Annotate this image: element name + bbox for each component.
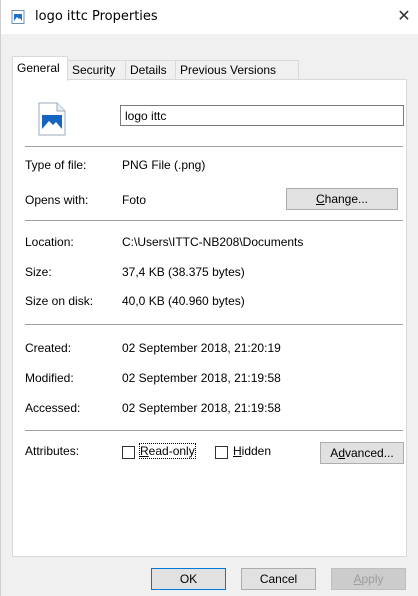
read-only-label-rest: ead-only <box>148 444 195 458</box>
divider <box>25 324 403 325</box>
general-panel <box>12 79 407 557</box>
tab-details[interactable]: Details <box>125 60 176 80</box>
hidden-checkbox[interactable] <box>215 446 228 459</box>
attributes-label: Attributes: <box>25 444 80 458</box>
created-label: Created: <box>25 341 72 355</box>
ok-label: OK <box>179 572 198 586</box>
close-icon: ✕ <box>397 6 411 25</box>
tab-label: General <box>17 61 60 75</box>
properties-dialog: logo ittc Properties ✕ Security Details … <box>0 0 418 596</box>
advanced-button[interactable]: Advanced... <box>320 442 404 464</box>
tab-label: Previous Versions <box>180 63 277 77</box>
ok-button[interactable]: OK <box>151 568 226 590</box>
read-only-mnemonic: R <box>140 444 149 458</box>
window-title: logo ittc Properties <box>35 9 158 24</box>
hidden-label[interactable]: Hidden <box>233 444 271 458</box>
divider <box>25 146 403 147</box>
cancel-button[interactable]: Cancel <box>241 568 316 590</box>
read-only-label[interactable]: Read-only <box>139 443 196 459</box>
divider <box>25 430 403 431</box>
location-value: C:\Users\ITTC-NB208\Documents <box>122 235 304 249</box>
tab-security[interactable]: Security <box>67 60 126 80</box>
location-label: Location: <box>25 235 74 249</box>
type-of-file-value: PNG File (.png) <box>122 158 206 172</box>
apply-mnemonic: A <box>353 572 362 586</box>
advanced-mnemonic: d <box>338 446 345 460</box>
apply-label-rest: pply <box>361 572 384 586</box>
change-button[interactable]: Change... <box>286 188 398 210</box>
size-value: 37,4 KB (38.375 bytes) <box>122 265 245 279</box>
change-label-rest: hange... <box>324 192 369 206</box>
image-file-icon <box>11 10 25 24</box>
read-only-checkbox[interactable] <box>122 446 135 459</box>
size-label: Size: <box>25 265 52 279</box>
accessed-value: 02 September 2018, 21:19:58 <box>122 401 281 415</box>
created-value: 02 September 2018, 21:20:19 <box>122 341 281 355</box>
type-of-file-label: Type of file: <box>25 158 87 172</box>
change-mnemonic: C <box>315 192 325 206</box>
tab-label: Details <box>130 63 167 77</box>
tab-previous-versions[interactable]: Previous Versions <box>175 60 299 80</box>
title-bar[interactable]: logo ittc Properties ✕ <box>1 0 418 34</box>
modified-value: 02 September 2018, 21:19:58 <box>122 371 281 385</box>
advanced-label-rest: vanced... <box>345 446 394 460</box>
close-button[interactable]: ✕ <box>389 0 418 34</box>
opens-with-value: Foto <box>122 193 147 207</box>
cancel-label: Cancel <box>259 572 298 586</box>
opens-with-label: Opens with: <box>25 193 89 207</box>
tab-general[interactable]: General <box>12 56 68 81</box>
accessed-label: Accessed: <box>25 401 81 415</box>
image-file-icon <box>38 102 66 136</box>
hidden-mnemonic: H <box>233 444 242 458</box>
divider <box>25 220 403 221</box>
apply-button[interactable]: Apply <box>331 568 406 590</box>
size-on-disk-value: 40,0 KB (40.960 bytes) <box>122 294 245 308</box>
hidden-label-rest: idden <box>241 444 272 458</box>
file-name-field[interactable] <box>120 105 404 126</box>
size-on-disk-label: Size on disk: <box>25 294 94 308</box>
modified-label: Modified: <box>25 371 74 385</box>
tab-label: Security <box>72 63 116 77</box>
